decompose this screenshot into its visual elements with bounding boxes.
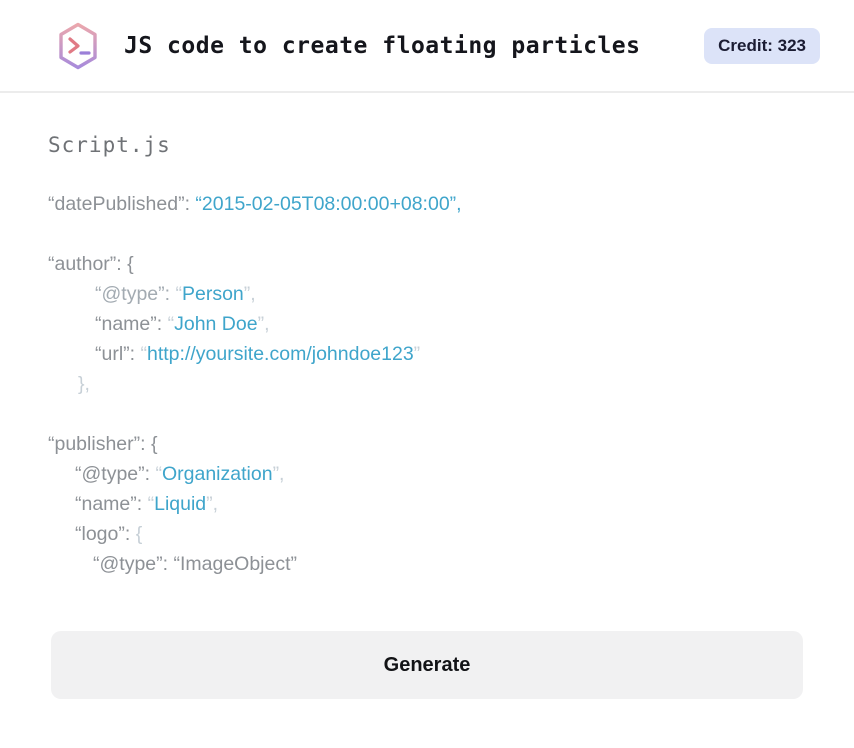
code-token: }, [78, 373, 90, 395]
code-token: ”, [272, 463, 285, 485]
code-token: ” [413, 343, 421, 365]
code-token: ”, [206, 493, 219, 515]
code-token: “logo”: [75, 523, 136, 545]
code-line: “name”: “Liquid”, [48, 489, 806, 519]
code-token: “author”: { [48, 253, 134, 275]
code-token: “name”: [95, 313, 168, 335]
generate-button[interactable]: Generate [51, 631, 803, 699]
code-token: ”, [257, 313, 270, 335]
code-line: }, [48, 369, 806, 399]
code-token: http://yoursite.com/johndoe123 [147, 343, 414, 365]
page-title: JS code to create floating particles [124, 32, 641, 59]
terminal-prompt-hexagon-icon [59, 22, 97, 69]
code-line: “datePublished”: “2015-02-05T08:00:00+08… [48, 189, 806, 219]
code-block: “datePublished”: “2015-02-05T08:00:00+08… [48, 189, 806, 579]
code-token: Liquid [154, 493, 207, 515]
code-token: Person [181, 283, 244, 305]
code-line: “@type”: “ImageObject” [48, 549, 806, 579]
code-token: { [135, 523, 143, 545]
code-line: “logo”: { [48, 519, 806, 549]
code-line: “name”: “John Doe”, [48, 309, 806, 339]
code-token: Organization [161, 463, 273, 485]
code-line: “publisher”: { [48, 429, 806, 459]
code-line: “url”: “http://yoursite.com/johndoe123” [48, 339, 806, 369]
code-line: “@type”: “Organization”, [48, 459, 806, 489]
code-line: “@type”: “Person”, [48, 279, 806, 309]
file-name-label: Script.js [48, 133, 171, 157]
code-token: “@type”: [75, 463, 156, 485]
code-token: “publisher”: { [48, 433, 158, 455]
code-line: “author”: { [48, 249, 806, 279]
header: JS code to create floating particles Cre… [0, 0, 854, 93]
code-token: “@type”: “ImageObject” [93, 553, 298, 575]
code-token: “@type”: [95, 283, 176, 305]
code-token: “2015-02-05T08:00:00+08:00”, [195, 193, 462, 215]
main-content: Script.js “datePublished”: “2015-02-05T0… [0, 133, 854, 699]
code-token: ”, [243, 283, 256, 305]
credit-badge: Credit: 323 [704, 27, 820, 64]
code-token: “name”: [75, 493, 148, 515]
code-token: “url”: [95, 343, 141, 365]
code-token: John Doe [174, 313, 258, 335]
code-token: “datePublished”: [48, 193, 196, 215]
